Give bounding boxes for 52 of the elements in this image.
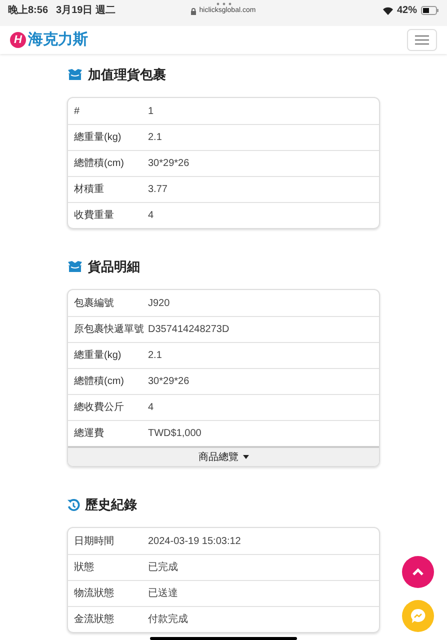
row-value: 2024-03-19 15:03:12 — [148, 534, 241, 548]
row-label: 總體積(cm) — [74, 374, 125, 389]
menu-button[interactable] — [407, 29, 437, 51]
row-label: 總收費公斤 — [74, 400, 125, 415]
row-label: 日期時間 — [74, 534, 115, 548]
row-value: 已送達 — [148, 586, 178, 601]
status-time: 晚上8:56 — [8, 4, 48, 18]
chevron-up-icon — [412, 568, 424, 576]
row-value: 付款完成 — [148, 612, 188, 627]
history-icon — [67, 498, 80, 512]
row-label: 總運費 — [74, 426, 105, 441]
menu-icon — [415, 35, 429, 45]
section-title: 加值理貨包裹 — [88, 66, 166, 84]
row-label: 總體積(cm) — [74, 156, 125, 171]
box-icon — [67, 261, 83, 273]
box-icon — [67, 69, 83, 81]
row-value: D357414248273D — [148, 323, 230, 337]
row-label: 原包裹快遞單號 — [74, 322, 145, 337]
row-label: 材積重 — [74, 182, 105, 197]
row-label: 總重量(kg) — [74, 130, 122, 145]
row-label: 狀態 — [74, 560, 95, 575]
logo-text[interactable]: 海克力斯 — [28, 28, 88, 52]
row-value: 3.77 — [148, 183, 168, 197]
row-value: 1 — [148, 104, 154, 118]
section-title: 歷史紀錄 — [85, 496, 137, 514]
scroll-top-button[interactable] — [402, 556, 434, 588]
wifi-icon — [382, 6, 393, 14]
row-value: 已完成 — [148, 560, 178, 575]
logo-mark[interactable]: H — [10, 32, 26, 48]
battery-percent: 42% — [396, 4, 417, 18]
battery-icon — [421, 6, 439, 15]
more-icon — [216, 2, 232, 6]
row-value: TWD$1,000 — [148, 427, 202, 441]
row-value: 30*29*26 — [148, 157, 190, 171]
row-value: J920 — [148, 296, 170, 310]
row-value: 2.1 — [148, 131, 162, 145]
row-label: 包裹編號 — [74, 296, 115, 310]
row-label: 總重量(kg) — [74, 348, 122, 363]
row-label: 金流狀態 — [74, 612, 115, 627]
row-label: 物流狀態 — [74, 586, 115, 601]
overview-button[interactable]: 商品總覽 — [68, 446, 379, 466]
row-value: 2.1 — [148, 349, 162, 363]
row-value: 4 — [148, 401, 154, 415]
row-value: 4 — [148, 209, 154, 223]
chat-icon — [410, 608, 426, 624]
section-title: 貨品明細 — [88, 258, 140, 276]
row-label: 收費重量 — [74, 208, 115, 223]
caret-down-icon — [242, 455, 248, 459]
lock-icon — [191, 8, 196, 15]
status-date: 3月19日 週二 — [56, 4, 116, 18]
row-label: # — [74, 104, 81, 118]
row-value: 30*29*26 — [148, 375, 190, 389]
